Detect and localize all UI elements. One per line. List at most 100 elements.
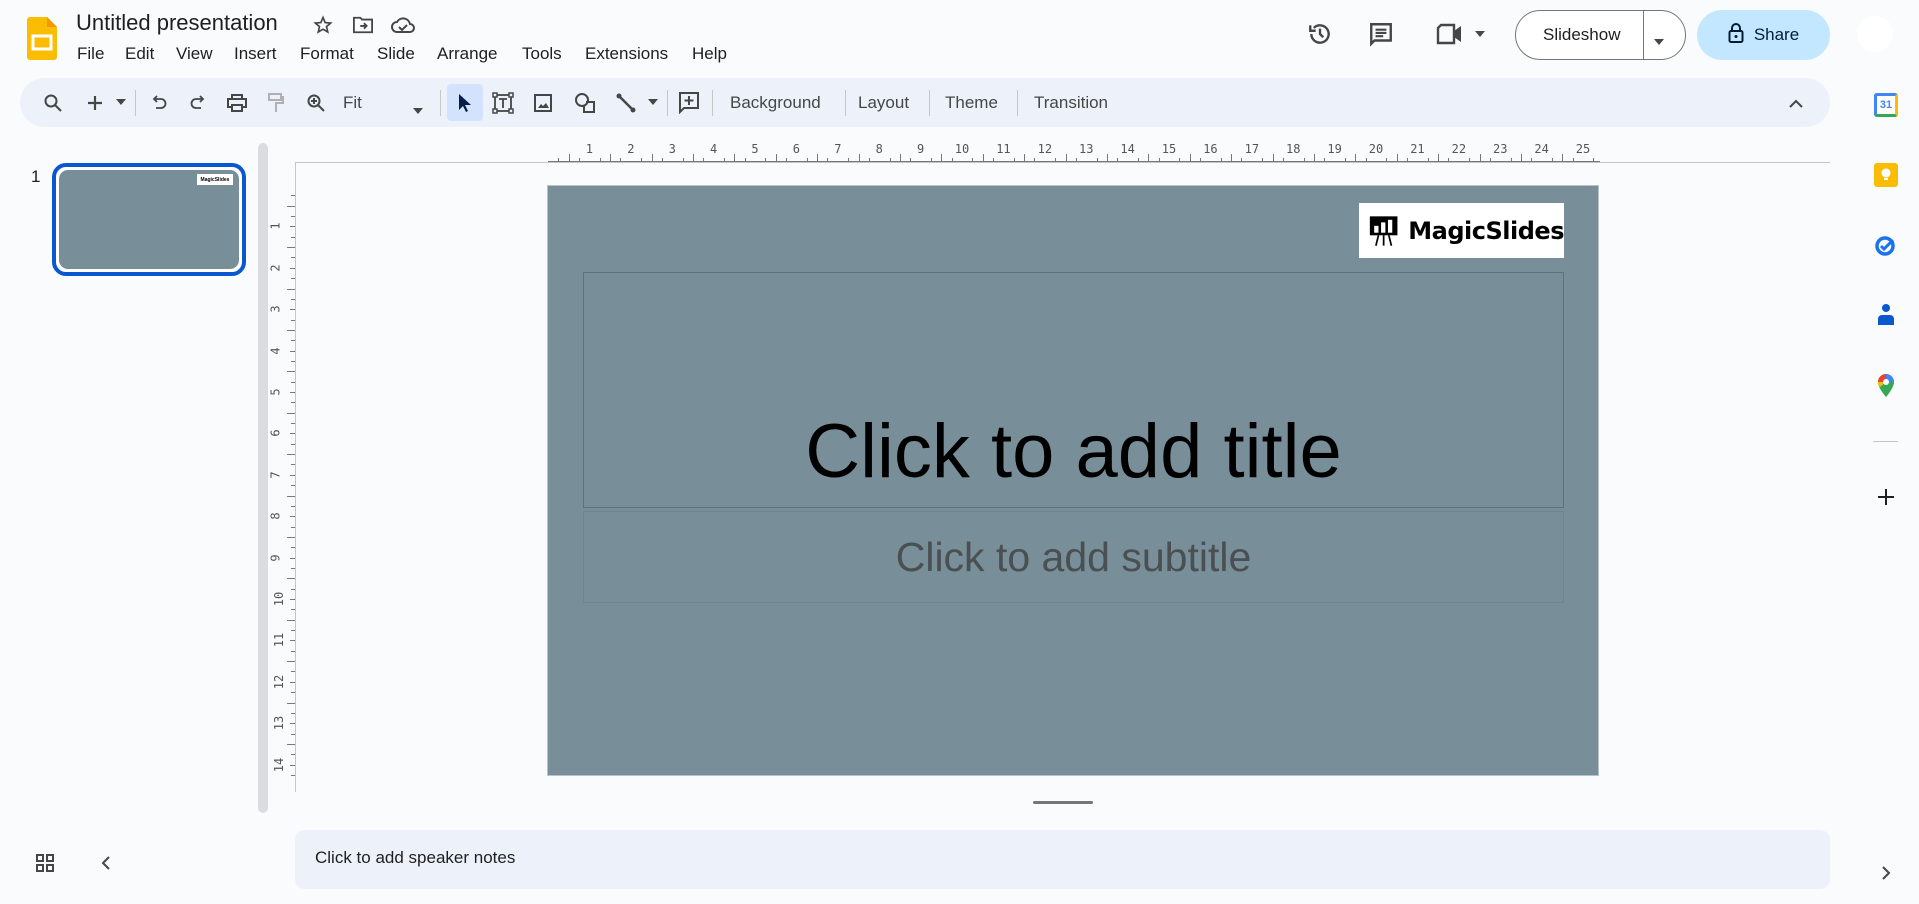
ruler-tick	[1520, 154, 1522, 162]
slideshow-divider	[1643, 11, 1644, 59]
insert-image-icon[interactable]	[530, 90, 556, 116]
ruler-tick	[287, 371, 295, 373]
comments-icon[interactable]	[1366, 19, 1396, 49]
hide-filmstrip-chevron-left-icon[interactable]	[93, 851, 117, 875]
ruler-label: 11	[996, 142, 1011, 156]
ruler-tick	[1137, 158, 1139, 162]
ruler-tick	[1396, 154, 1398, 162]
menu-arrange[interactable]: Arrange	[437, 44, 497, 64]
calendar-icon[interactable]: 31	[1874, 93, 1898, 117]
meet-icon[interactable]	[1432, 19, 1468, 49]
menu-file[interactable]: File	[77, 44, 104, 64]
ruler-tick	[1117, 158, 1119, 162]
menu-edit[interactable]: Edit	[125, 44, 154, 64]
share-button[interactable]: Share	[1697, 10, 1830, 60]
maps-icon[interactable]	[1876, 373, 1896, 399]
vertical-ruler[interactable]: 1 2 3 4 5 6 7 8 9 10 11 12 13 14	[268, 185, 295, 776]
ruler-tick	[620, 158, 622, 162]
cloud-saved-icon[interactable]	[390, 12, 416, 38]
slideshow-options-caret-icon[interactable]	[1654, 32, 1664, 50]
undo-icon[interactable]	[146, 90, 172, 116]
get-addons-plus-icon[interactable]	[1874, 485, 1898, 509]
move-folder-icon[interactable]	[350, 12, 376, 38]
show-side-panel-chevron-right-icon[interactable]	[1874, 861, 1898, 885]
ruler-tick	[661, 158, 663, 162]
shape-icon[interactable]	[572, 90, 598, 116]
transition-button[interactable]: Transition	[1034, 78, 1108, 127]
ruler-tick	[290, 309, 295, 311]
paint-format-icon[interactable]	[263, 90, 289, 116]
slide-thumbnail[interactable]: MagicSlides	[52, 163, 246, 276]
document-title[interactable]: Untitled presentation	[76, 10, 278, 36]
slides-logo[interactable]	[27, 17, 57, 60]
ruler-tick	[1272, 154, 1274, 162]
ruler-tick	[734, 154, 736, 162]
zoom-caret-icon	[413, 99, 423, 119]
subtitle-placeholder[interactable]: Click to add subtitle	[583, 511, 1564, 603]
theme-button[interactable]: Theme	[945, 78, 998, 127]
ruler-label: 14	[1120, 142, 1135, 156]
meet-caret-icon[interactable]	[1472, 26, 1488, 42]
ruler-tick	[993, 158, 995, 162]
ruler-tick	[651, 154, 653, 162]
redo-icon[interactable]	[185, 90, 211, 116]
search-menus-icon[interactable]	[40, 90, 66, 116]
new-slide-caret-icon[interactable]	[114, 95, 128, 109]
filmstrip-scrollbar[interactable]	[258, 143, 268, 813]
zoom-value: Fit	[343, 92, 362, 112]
menu-insert[interactable]: Insert	[234, 44, 277, 64]
ruler-tick	[291, 298, 295, 300]
slide-canvas[interactable]: MagicSlides Click to add title Click to …	[547, 185, 1599, 776]
grid-view-icon[interactable]	[33, 851, 57, 875]
ruler-label: 15	[1161, 142, 1177, 156]
zoom-select[interactable]: Fit	[343, 78, 423, 127]
version-history-icon[interactable]	[1305, 19, 1335, 49]
ruler-tick	[1096, 158, 1098, 162]
ruler-label: 6	[792, 142, 801, 156]
ruler-tick	[1427, 158, 1429, 162]
line-caret-icon[interactable]	[646, 95, 660, 109]
menu-help[interactable]: Help	[692, 44, 727, 64]
ruler-tick	[291, 774, 295, 776]
ruler-label: 9	[268, 553, 283, 562]
ruler-label: 3	[668, 142, 676, 156]
select-tool-icon[interactable]	[447, 84, 483, 121]
notes-resize-handle[interactable]	[1033, 801, 1093, 804]
layout-button[interactable]: Layout	[858, 78, 909, 127]
print-icon[interactable]	[224, 90, 250, 116]
star-icon[interactable]	[310, 12, 336, 38]
collapse-toolbar-chevron-up-icon[interactable]	[1783, 90, 1809, 116]
new-slide-icon[interactable]	[82, 90, 108, 116]
ruler-tick	[291, 402, 295, 404]
menu-slide[interactable]: Slide	[377, 44, 415, 64]
ruler-tick	[291, 423, 295, 425]
contacts-icon[interactable]	[1876, 303, 1896, 327]
speaker-notes[interactable]: Click to add speaker notes	[295, 830, 1830, 889]
keep-icon[interactable]	[1874, 163, 1898, 187]
toolbar-divider	[929, 90, 930, 116]
ruler-tick	[287, 288, 295, 290]
slideshow-button[interactable]: Slideshow	[1515, 10, 1686, 60]
menu-format[interactable]: Format	[300, 44, 354, 64]
add-comment-icon[interactable]	[676, 90, 702, 116]
ruler-tick	[1572, 158, 1574, 162]
ruler-tick	[287, 205, 295, 207]
ruler-label: 10	[272, 591, 287, 607]
text-box-icon[interactable]	[490, 90, 516, 116]
title-placeholder[interactable]: Click to add title	[583, 272, 1564, 508]
horizontal-ruler[interactable]: 1 2 3 4 5 6 7 8 9 10 11 12 13 14 15 16 17 18 19 20 21 22 23 24 2…	[548, 140, 1600, 162]
menu-extensions[interactable]: Extensions	[585, 44, 668, 64]
ruler-tick	[1065, 154, 1067, 162]
zoom-icon[interactable]	[303, 90, 329, 116]
ruler-tick	[827, 158, 829, 162]
account-avatar[interactable]	[1857, 16, 1893, 52]
menu-view[interactable]: View	[176, 44, 213, 64]
ruler-tick	[1220, 158, 1222, 162]
ruler-tick	[1013, 158, 1015, 162]
line-icon[interactable]	[613, 90, 639, 116]
ruler-tick	[941, 154, 943, 162]
background-button[interactable]: Background	[730, 78, 821, 127]
ruler-tick	[291, 650, 295, 652]
menu-tools[interactable]: Tools	[522, 44, 562, 64]
tasks-icon[interactable]	[1874, 233, 1898, 257]
